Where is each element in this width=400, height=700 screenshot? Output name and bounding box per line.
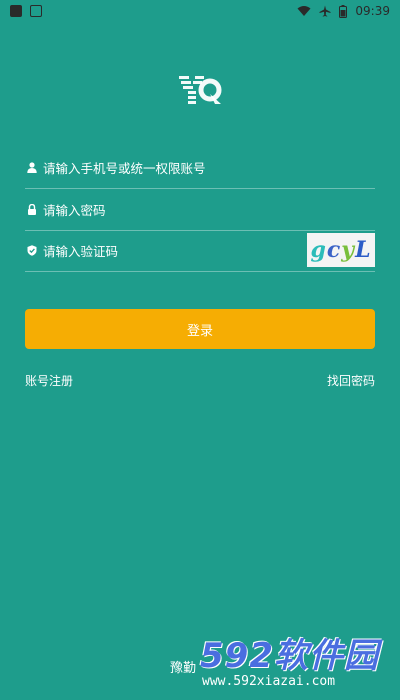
shield-icon [25,244,39,258]
register-link[interactable]: 账号注册 [25,372,73,389]
lock-icon [25,203,39,217]
captcha-char: y [341,237,356,263]
status-right: 09:39 [297,4,390,18]
airplane-icon [319,5,331,17]
status-left [10,5,42,17]
captcha-char: g [310,237,327,263]
captcha-placeholder: 请输入验证码 [43,244,119,259]
footer-text: 豫勤 [170,661,197,676]
battery-icon [339,4,348,18]
image-icon [30,5,42,17]
password-placeholder: 请输入密码 [43,203,106,218]
captcha-char: L [355,237,372,263]
login-button[interactable]: 登录 [25,309,375,349]
password-field[interactable]: 请输入密码 [25,189,375,231]
app-logo [179,76,222,104]
app-icon [10,5,22,17]
watermark-url: www.592xiazai.com [202,674,336,689]
status-bar: 09:39 [0,0,400,22]
wifi-icon [297,6,311,16]
watermark-main: 592软件园 [200,636,379,676]
status-time: 09:39 [355,4,390,18]
user-icon [25,161,39,175]
captcha-image[interactable]: g c y L [307,233,375,267]
account-field[interactable]: 请输入手机号或统一权限账号 [25,147,375,189]
forgot-password-link[interactable]: 找回密码 [327,372,375,389]
watermark: 592软件园 www.592xiazai.com [196,628,400,700]
account-placeholder: 请输入手机号或统一权限账号 [43,161,206,176]
captcha-char: c [326,237,342,263]
